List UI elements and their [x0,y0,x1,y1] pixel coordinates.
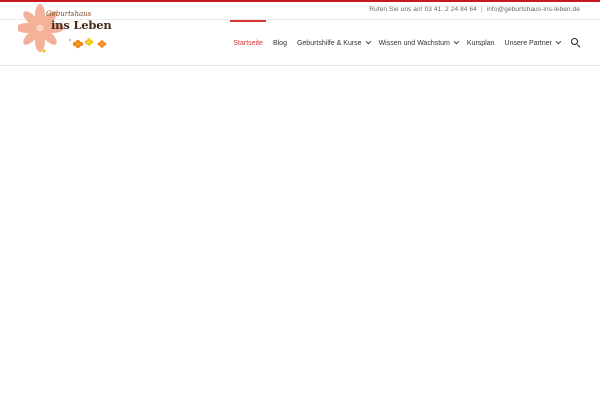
chevron-down-icon [555,38,562,45]
nav-label: Geburtshilfe & Kurse [296,39,362,47]
chevron-down-icon [453,38,460,45]
nav-label: Blog [272,39,287,47]
nav-label: Kursplan [466,39,495,47]
nav-item-kursplan[interactable]: Kursplan [462,20,500,66]
contact-info: Rufen Sie uns an! 03 41. 2 24 84 64 | info… [369,6,580,13]
chevron-down-icon [365,38,371,45]
logo-line1: Geburtshaus [46,10,92,18]
search-icon[interactable] [570,37,582,49]
email-link[interactable]: info@geburtshaus-ins-leben.de [487,6,580,13]
nav-item-startseite[interactable]: Startseite [228,20,268,66]
main-navigation: Startseite Blog Geburtshilfe & Kurse Wis… [228,20,582,66]
site-header: Geburtshaus ins Leben Startseite Blog Ge… [0,4,600,66]
nav-item-wissen-wachstum[interactable]: Wissen und Wachstum [374,20,462,66]
phone-text[interactable]: Rufen Sie uns an! 03 41. 2 24 84 64 [369,6,477,13]
nav-item-unsere-partner[interactable]: Unsere Partner [500,20,564,66]
nav-label: Unsere Partner [504,39,552,47]
contact-separator: | [480,6,483,13]
site-logo[interactable]: Geburtshaus ins Leben [18,2,112,54]
nav-label: Wissen und Wachstum [378,39,450,47]
nav-label: Startseite [233,39,263,47]
nav-item-blog[interactable]: Blog [268,20,292,66]
logo-line2: ins Leben [51,18,112,32]
nav-item-geburtshilfe-kurse[interactable]: Geburtshilfe & Kurse [292,20,374,66]
main-content-area [0,66,600,400]
